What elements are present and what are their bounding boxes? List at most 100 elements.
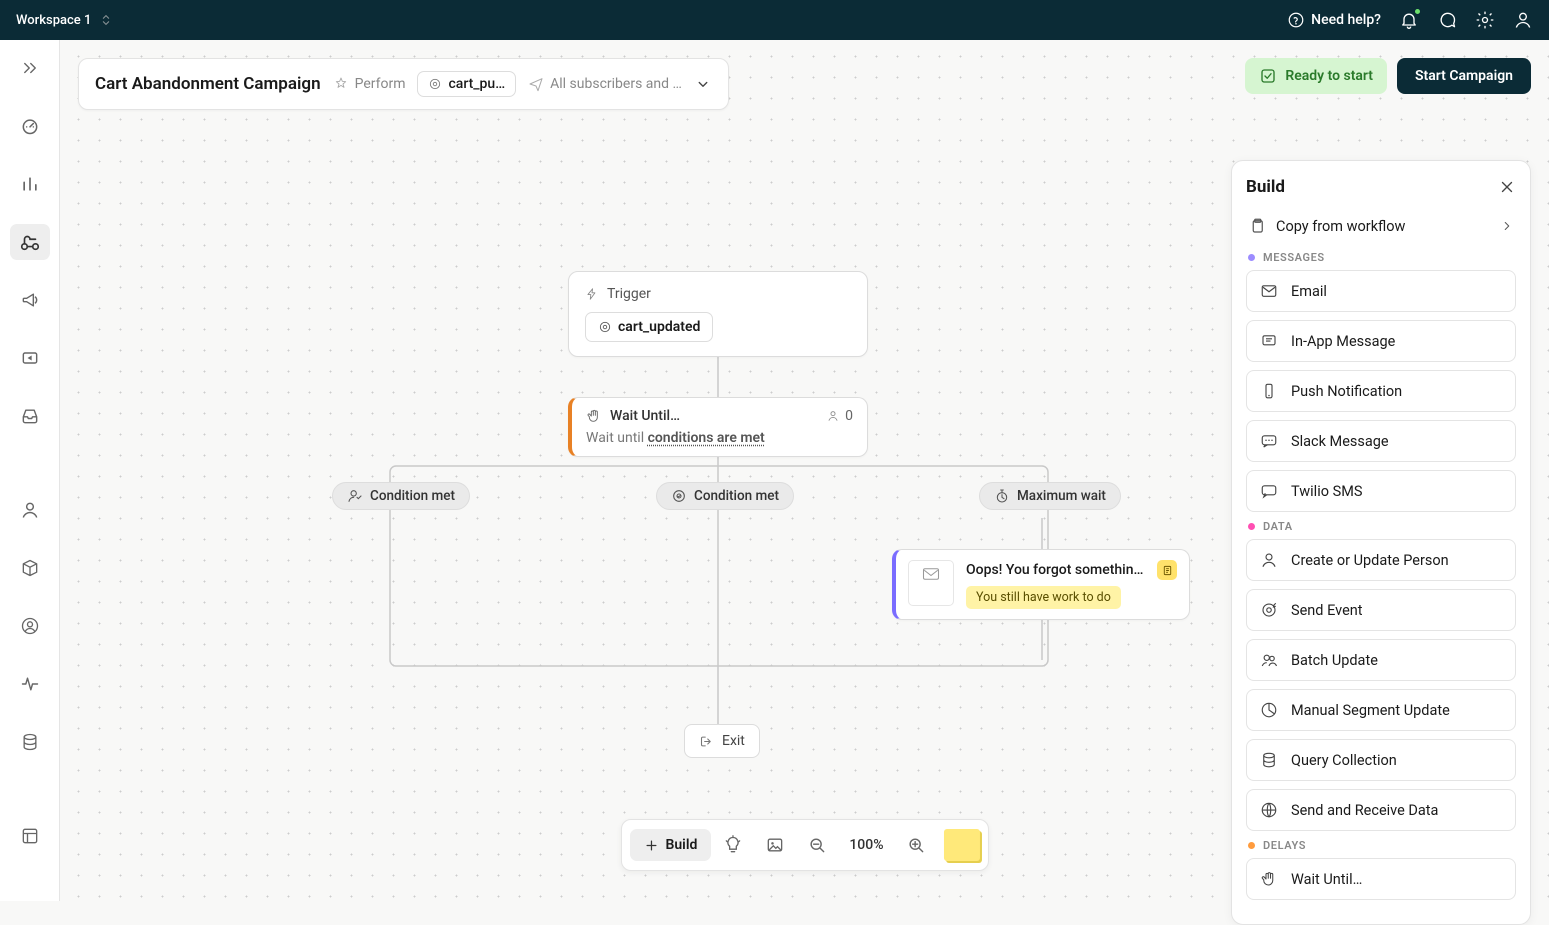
segment-icon [1259,700,1279,720]
stopwatch-icon [994,488,1010,504]
clipboard-icon [1248,217,1266,235]
section-dot-icon [1248,842,1255,849]
build-panel: Build Copy from workflow MESSAGES Email … [1231,160,1531,925]
chevron-right-icon [1500,219,1514,233]
panel-item-wait-until[interactable]: Wait Until… [1246,858,1516,900]
exit-icon [699,734,714,749]
sidebar-objects-icon[interactable] [10,550,50,586]
ready-badge: Ready to start [1245,58,1387,94]
send-icon [528,76,544,92]
zoom-out-button[interactable] [797,826,837,864]
panel-item-send-event[interactable]: Send Event [1246,589,1516,631]
sidebar-collapse-icon[interactable] [10,50,50,86]
idea-button[interactable] [713,826,753,864]
person-icon [1259,550,1279,570]
sidebar-analytics-icon[interactable] [10,166,50,202]
person-icon [826,409,840,423]
chat-icon[interactable] [1437,10,1457,30]
panel-item-batch-update[interactable]: Batch Update [1246,639,1516,681]
start-campaign-button[interactable]: Start Campaign [1397,58,1531,94]
database-icon [1259,750,1279,770]
exit-node[interactable]: Exit [684,724,760,758]
bottom-toolbar: Build 100% [620,819,988,871]
panel-item-send-receive[interactable]: Send and Receive Data [1246,789,1516,831]
person-check-icon [347,488,363,504]
sidebar-delivery-icon[interactable] [10,340,50,376]
sidebar-inbox-icon[interactable] [10,398,50,434]
help-icon [1287,11,1305,29]
workspace-selector[interactable]: Workspace 1 [16,13,91,28]
close-icon[interactable] [1498,178,1516,196]
campaign-title[interactable]: Cart Abandonment Campaign [95,74,321,94]
section-messages: MESSAGES [1248,251,1516,264]
sidebar-people-icon[interactable] [10,492,50,528]
copy-from-workflow[interactable]: Copy from workflow [1246,209,1516,243]
notification-dot [1414,8,1421,15]
image-button[interactable] [755,826,795,864]
target-icon [598,320,612,334]
conditions-link[interactable]: conditions are met [648,430,765,446]
slack-icon [1259,431,1279,451]
sidebar-database-icon[interactable] [10,724,50,760]
chevron-down-icon[interactable] [694,75,712,93]
top-right-controls: Ready to start Start Campaign [1245,58,1531,94]
email-message-node[interactable]: Oops! You forgot somethin… You still hav… [892,549,1190,620]
workflow-canvas[interactable]: Cart Abandonment Campaign Perform cart_p… [60,40,1549,901]
hand-icon [1259,869,1279,889]
target-icon [1259,600,1279,620]
notifications-icon[interactable] [1399,10,1419,30]
wait-desc-prefix: Wait until [586,430,648,446]
sidebar-segments-icon[interactable] [10,608,50,644]
panel-item-twilio[interactable]: Twilio SMS [1246,470,1516,512]
zoom-in-button[interactable] [896,826,936,864]
wait-until-node[interactable]: Wait Until… 0 Wait until conditions are … [568,397,868,457]
profile-icon[interactable] [1513,10,1533,30]
trigger-node[interactable]: Trigger cart_updated [568,271,868,357]
settings-icon[interactable] [1475,10,1495,30]
build-button[interactable]: Build [629,829,711,861]
section-dot-icon [1248,254,1255,261]
panel-item-query-collection[interactable]: Query Collection [1246,739,1516,781]
panel-item-slack[interactable]: Slack Message [1246,420,1516,462]
top-bar: Workspace 1 Need help? [0,0,1549,40]
up-down-icon [99,13,113,27]
target-icon [428,77,442,91]
branch-condition-met-1[interactable]: Condition met [332,482,470,510]
bolt-icon [585,287,599,301]
push-icon [1259,381,1279,401]
trigger-event-chip[interactable]: cart_pu… [417,71,516,97]
need-help-label: Need help? [1311,12,1381,28]
branch-maximum-wait[interactable]: Maximum wait [979,482,1121,510]
branch-condition-met-2[interactable]: Condition met [656,482,794,510]
left-sidebar [0,40,60,901]
need-help-link[interactable]: Need help? [1287,11,1381,29]
panel-item-push[interactable]: Push Notification [1246,370,1516,412]
sidebar-broadcast-icon[interactable] [10,282,50,318]
sticky-note-button[interactable] [944,829,980,861]
build-panel-title: Build [1246,177,1285,197]
sms-icon [1259,481,1279,501]
sidebar-dashboard-icon[interactable] [10,108,50,144]
sidebar-activity-icon[interactable] [10,666,50,702]
message-warning-badge: You still have work to do [966,586,1121,609]
inapp-icon [1259,331,1279,351]
email-icon [1259,281,1279,301]
section-dot-icon [1248,523,1255,530]
section-delays: DELAYS [1248,839,1516,852]
email-thumbnail [908,560,954,606]
panel-item-inapp[interactable]: In-App Message [1246,320,1516,362]
trigger-event-name[interactable]: cart_updated [585,312,713,342]
zoom-level[interactable]: 100% [839,837,893,853]
draft-badge-icon [1157,560,1177,580]
audience-label[interactable]: All subscribers and … [528,76,682,92]
panel-item-manual-segment[interactable]: Manual Segment Update [1246,689,1516,731]
globe-icon [1259,800,1279,820]
event-icon [333,76,349,92]
panel-item-email[interactable]: Email [1246,270,1516,312]
sidebar-journeys-icon[interactable] [10,224,50,260]
campaign-header: Cart Abandonment Campaign Perform cart_p… [78,58,729,110]
sidebar-content-icon[interactable] [10,818,50,854]
people-icon [1259,650,1279,670]
panel-item-create-person[interactable]: Create or Update Person [1246,539,1516,581]
plus-icon [643,838,658,853]
